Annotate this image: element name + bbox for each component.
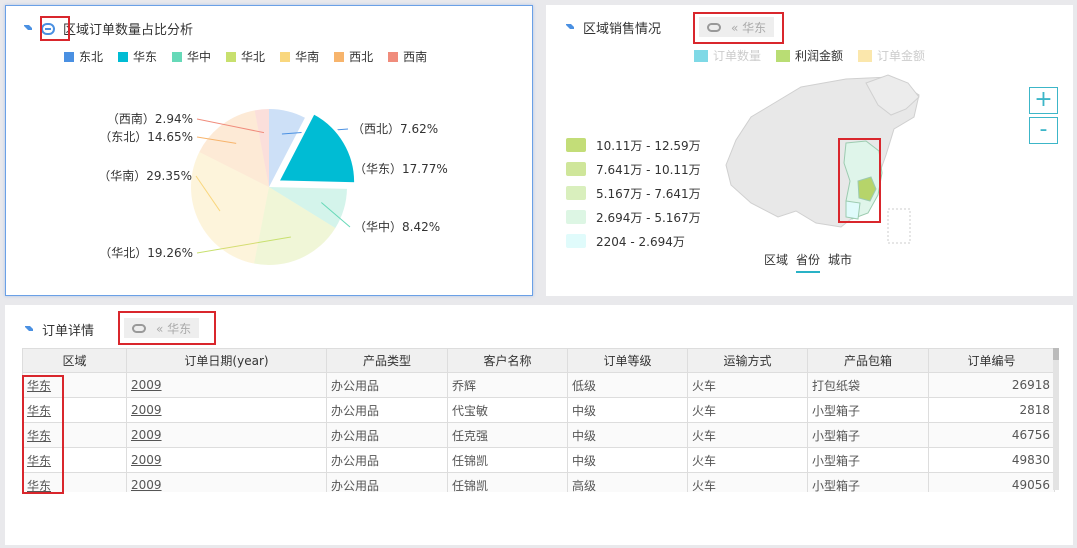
table-cell: 2009 bbox=[126, 472, 327, 492]
level-tab[interactable]: 省份 bbox=[796, 251, 821, 273]
table-row[interactable]: 华东 2009 办公用品 任锦凯 中级 火车 小型箱子 49830 bbox=[22, 447, 1055, 473]
table-cell: 26918 bbox=[928, 372, 1055, 398]
table-header-row: 区域 订单日期(year) 产品类型 客户名称 订单等级 运输方式 产品包箱 订单编号 bbox=[22, 348, 1055, 373]
column-header[interactable]: 订单等级 bbox=[567, 348, 688, 373]
column-header[interactable]: 订单日期(year) bbox=[126, 348, 327, 373]
map-south-sea-inset bbox=[887, 208, 911, 244]
table-cell: 低级 bbox=[567, 372, 688, 398]
pie-slice-label: （华北）19.26% bbox=[99, 246, 193, 260]
table-cell: 任克强 bbox=[447, 422, 568, 448]
table-cell: 中级 bbox=[567, 397, 688, 423]
table-row[interactable]: 华东 2009 办公用品 任克强 中级 火车 小型箱子 46756 bbox=[22, 422, 1055, 448]
level-tab[interactable]: 区域 bbox=[764, 251, 788, 273]
table-cell: 小型箱子 bbox=[807, 422, 929, 448]
table-cell: 中级 bbox=[567, 422, 688, 448]
table-cell: 办公用品 bbox=[326, 472, 448, 492]
table-cell: 任锦凯 bbox=[447, 472, 568, 492]
table-cell: 中级 bbox=[567, 447, 688, 473]
pie-slice-label: （西北）7.62% bbox=[352, 122, 438, 136]
table-cell: 2009 bbox=[126, 397, 327, 423]
year-link[interactable]: 2009 bbox=[131, 478, 162, 492]
table-cell: 火车 bbox=[687, 472, 808, 492]
year-link[interactable]: 2009 bbox=[131, 403, 162, 417]
column-header[interactable]: 产品包箱 bbox=[807, 348, 929, 373]
table-cell: 小型箱子 bbox=[807, 447, 929, 473]
table-cell: 火车 bbox=[687, 422, 808, 448]
order-table-viewport[interactable]: 区域 订单日期(year) 产品类型 客户名称 订单等级 运输方式 产品包箱 订单编号 华东 2… bbox=[5, 305, 1073, 492]
table-cell: 火车 bbox=[687, 372, 808, 398]
table-cell: 46756 bbox=[928, 422, 1055, 448]
table-cell: 打包纸袋 bbox=[807, 372, 929, 398]
pie-slice-label: （东北）14.65% bbox=[99, 130, 193, 144]
pie-chart: （西北）7.62% （华东）17.77% （华中）8.42% （华北）19.26% （华… bbox=[98, 109, 448, 265]
table-cell: 49830 bbox=[928, 447, 1055, 473]
year-link[interactable]: 2009 bbox=[131, 378, 162, 392]
order-detail-panel: 订单详情 « 华东 区域 订单日期(year) 产品类型 客户名称 订单等级 运输方式 产品… bbox=[5, 305, 1073, 545]
column-header[interactable]: 订单编号 bbox=[928, 348, 1055, 373]
level-tab[interactable]: 城市 bbox=[828, 251, 852, 273]
order-table: 区域 订单日期(year) 产品类型 客户名称 订单等级 运输方式 产品包箱 订单编号 华东 2… bbox=[22, 348, 1055, 492]
east-region-highlight bbox=[838, 138, 881, 223]
level-tabs: 区域 省份 城市 bbox=[764, 251, 860, 273]
table-cell: 任锦凯 bbox=[447, 447, 568, 473]
table-cell: 办公用品 bbox=[326, 422, 448, 448]
year-link[interactable]: 2009 bbox=[131, 453, 162, 467]
table-cell: 高级 bbox=[567, 472, 688, 492]
pie-slice-label: （华南）29.35% bbox=[98, 168, 192, 183]
region-column-highlight bbox=[22, 375, 64, 494]
table-row[interactable]: 华东 2009 办公用品 乔辉 低级 火车 打包纸袋 26918 bbox=[22, 372, 1055, 398]
table-cell: 小型箱子 bbox=[807, 397, 929, 423]
table-cell: 2009 bbox=[126, 447, 327, 473]
column-header[interactable]: 客户名称 bbox=[447, 348, 568, 373]
table-cell: 火车 bbox=[687, 397, 808, 423]
table-cell: 2009 bbox=[126, 422, 327, 448]
pie-slice-label: （华东）17.77% bbox=[354, 162, 448, 176]
table-cell: 代宝敏 bbox=[447, 397, 568, 423]
column-header[interactable]: 运输方式 bbox=[687, 348, 808, 373]
table-cell: 办公用品 bbox=[326, 397, 448, 423]
scrollbar-thumb[interactable] bbox=[1053, 348, 1059, 360]
pie-slice-label: （华中）8.42% bbox=[354, 219, 440, 234]
table-cell: 办公用品 bbox=[326, 372, 448, 398]
table-cell: 火车 bbox=[687, 447, 808, 473]
table-cell: 小型箱子 bbox=[807, 472, 929, 492]
table-row[interactable]: 华东 2009 办公用品 任锦凯 高级 火车 小型箱子 49056 bbox=[22, 472, 1055, 492]
table-cell: 2818 bbox=[928, 397, 1055, 423]
region-sales-panel: 区域销售情况 « 华东 订单数量 利润金额 订单金额 + - 10.11万 - 12… bbox=[546, 5, 1073, 296]
table-cell: 乔辉 bbox=[447, 372, 568, 398]
table-cell: 办公用品 bbox=[326, 447, 448, 473]
column-header[interactable]: 产品类型 bbox=[326, 348, 448, 373]
table-cell: 49056 bbox=[928, 472, 1055, 492]
table-scrollbar[interactable] bbox=[1053, 348, 1059, 490]
table-cell: 2009 bbox=[126, 372, 327, 398]
column-header[interactable]: 区域 bbox=[22, 348, 127, 373]
order-share-panel: 区域订单数量占比分析 东北 华东 华中 华北 华南 西北 西南 （西北）7.62% （华东）1… bbox=[5, 5, 533, 296]
year-link[interactable]: 2009 bbox=[131, 428, 162, 442]
pie-slice-label: （西南）2.94% bbox=[107, 111, 193, 126]
table-row[interactable]: 华东 2009 办公用品 代宝敏 中级 火车 小型箱子 2818 bbox=[22, 397, 1055, 423]
